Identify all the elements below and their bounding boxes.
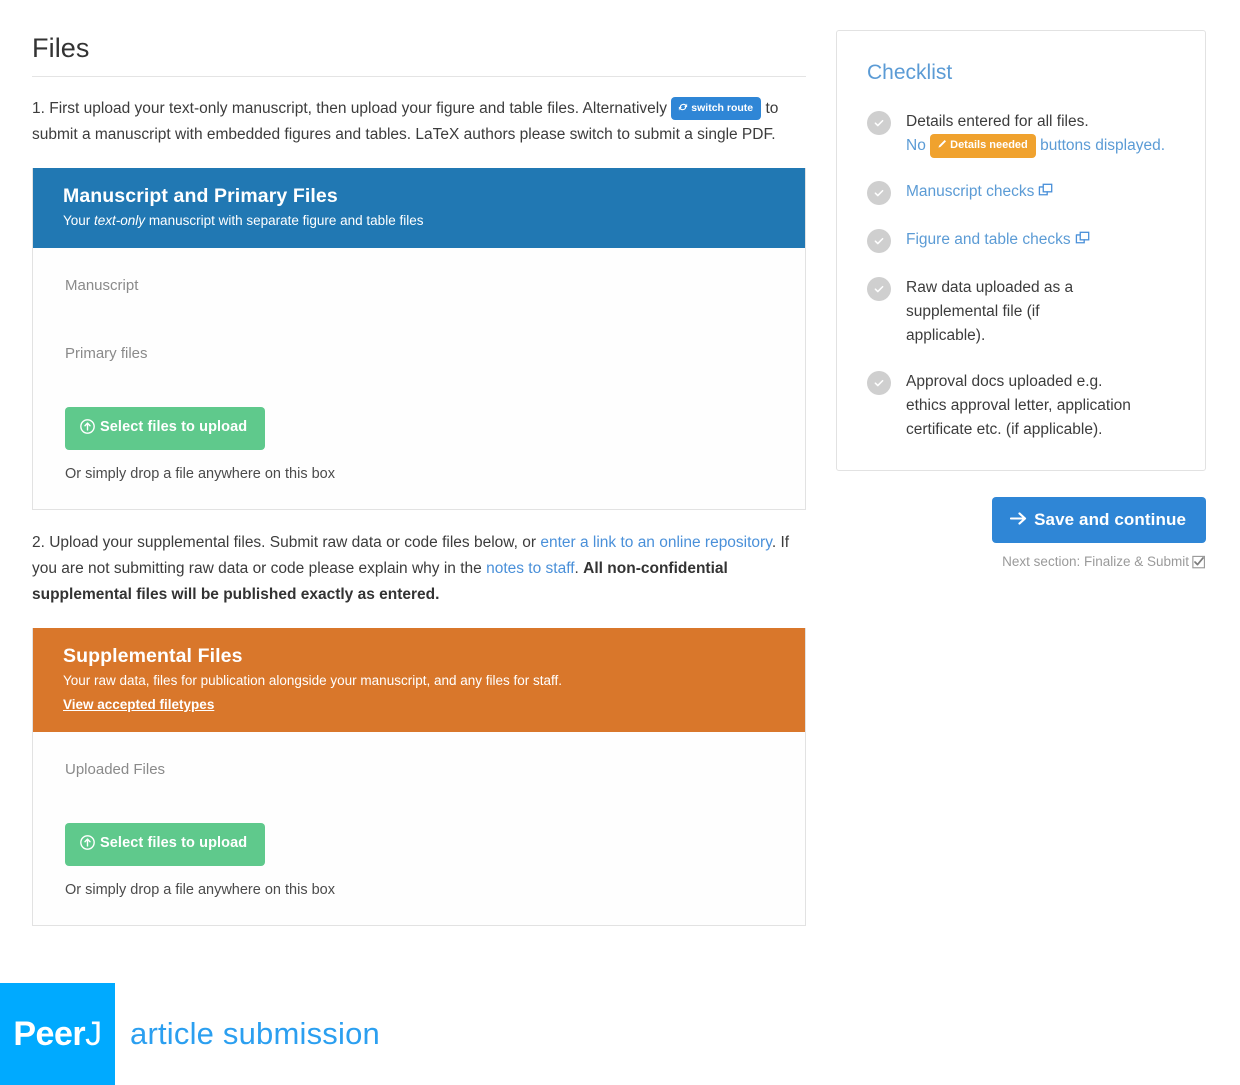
checklist-item-details-entered: Details entered for all files. No Details… [867, 110, 1177, 159]
checklist-item-1-text: Details entered for all files. No Details… [906, 110, 1166, 159]
checklist-card: Checklist Details entered for all files.… [836, 30, 1206, 472]
peerj-logo[interactable]: PeerJ [0, 983, 115, 1085]
details-entered-line1: Details entered for all files. [906, 113, 1089, 131]
supplemental-panel-subtitle: Your raw data, files for publication alo… [63, 673, 563, 689]
details-entered-line2-pre: No [906, 137, 931, 155]
view-accepted-filetypes-link[interactable]: View accepted filetypes [63, 697, 214, 712]
save-action-area: Save and continue Next section: Finalize… [836, 497, 1206, 574]
external-window-icon[interactable] [1075, 230, 1090, 254]
step2-instructions: 2. Upload your supplemental files. Submi… [32, 530, 806, 608]
next-section-label: Next section: Finalize & Submit [1002, 554, 1189, 570]
page-root: Files 1. First upload your text-only man… [0, 0, 1240, 1085]
online-repository-link[interactable]: enter a link to an online repository [540, 534, 772, 551]
manuscript-panel-body[interactable]: Manuscript Primary files Select files to… [33, 248, 805, 509]
checklist-item-4-text: Raw data uploaded as a supplemental file… [906, 279, 1074, 345]
sidebar-column: Checklist Details entered for all files.… [836, 30, 1206, 574]
next-section-hint: Next section: Finalize & Submit [836, 553, 1206, 574]
switch-route-label: switch route [691, 101, 754, 114]
step1-text-part1: 1. First upload your text-only manuscrip… [32, 99, 672, 117]
manuscript-upload-label: Select files to upload [100, 419, 248, 436]
manuscript-drop-hint: Or simply drop a file anywhere on this b… [65, 465, 335, 482]
save-and-continue-label: Save and continue [1034, 510, 1186, 530]
checklist-item-3-text: Figure and table checks [906, 228, 1090, 254]
manuscript-subtitle-post: manuscript with separate figure and tabl… [145, 213, 424, 229]
check-circle-icon [867, 111, 891, 136]
save-and-continue-button[interactable]: Save and continue [992, 497, 1206, 544]
checklist-item-2-text: Manuscript checks [906, 180, 1053, 206]
checklist-item-manuscript-checks[interactable]: Manuscript checks [867, 180, 1177, 206]
upload-circle-icon [80, 419, 95, 438]
manuscript-panel-header: Manuscript and Primary Files Your text-o… [33, 167, 805, 249]
step2-text-part1: 2. Upload your supplemental files. Submi… [32, 533, 541, 551]
manuscript-subtitle-pre: Your [63, 213, 95, 229]
checklist-title: Checklist [867, 61, 953, 84]
step2-text-part3: . [574, 559, 584, 577]
switch-route-badge[interactable]: switch route [671, 96, 762, 121]
manuscript-panel-subtitle: Your text-only manuscript with separate … [63, 211, 777, 230]
supplemental-panel-header: Supplemental Files Your raw data, files … [33, 627, 805, 733]
step1-instructions: 1. First upload your text-only manuscrip… [32, 96, 806, 148]
details-needed-badge[interactable]: Details needed [930, 134, 1036, 159]
footer: PeerJ article submission [0, 983, 1240, 1085]
external-window-icon[interactable] [1038, 182, 1053, 206]
check-circle-icon [867, 229, 891, 254]
supplemental-upload-label: Select files to upload [100, 835, 248, 852]
manuscript-primary-files-panel: Manuscript and Primary Files Your text-o… [32, 167, 806, 510]
footer-tagline: article submission [130, 1016, 380, 1051]
supplemental-panel-body[interactable]: Uploaded Files Select files to upload Or… [33, 732, 805, 925]
check-circle-icon [867, 277, 891, 302]
pencil-icon [937, 139, 947, 152]
manuscript-slot-label: Manuscript [65, 277, 139, 295]
checklist-item-5-text: Approval docs uploaded e.g. ethics appro… [906, 373, 1131, 439]
supplemental-drop-hint: Or simply drop a file anywhere on this b… [65, 881, 335, 898]
main-column: Files 1. First upload your text-only man… [32, 33, 806, 934]
upload-circle-icon [80, 835, 95, 854]
logo-j: J [85, 1015, 102, 1053]
supplemental-select-files-button[interactable]: Select files to upload [65, 823, 266, 866]
check-circle-icon [867, 371, 891, 396]
peerj-logo-text: PeerJ [13, 1015, 102, 1053]
notes-to-staff-link[interactable]: notes to staff [486, 560, 574, 577]
details-needed-badge-label: Details needed [950, 139, 1028, 152]
manuscript-panel-title: Manuscript and Primary Files [63, 184, 338, 207]
title-divider [32, 75, 806, 77]
check-circle-icon [867, 181, 891, 206]
manuscript-checks-link[interactable]: Manuscript checks [906, 183, 1034, 200]
page-title: Files [32, 33, 90, 63]
checkbox-checked-icon [1192, 555, 1206, 574]
primary-files-slot-label: Primary files [65, 345, 148, 363]
supplemental-files-panel: Supplemental Files Your raw data, files … [32, 627, 806, 926]
uploaded-files-slot-label: Uploaded Files [65, 761, 166, 779]
figure-table-checks-link[interactable]: Figure and table checks [906, 231, 1071, 248]
checklist-item-approval-docs: Approval docs uploaded e.g. ethics appro… [867, 370, 1177, 442]
arrow-right-icon [1010, 511, 1027, 529]
manuscript-subtitle-emphasis: text-only [94, 213, 146, 229]
supplemental-panel-title: Supplemental Files [63, 644, 243, 667]
logo-peer: Peer [13, 1015, 86, 1053]
checklist-item-figure-table-checks[interactable]: Figure and table checks [867, 228, 1177, 254]
refresh-icon [678, 102, 688, 115]
manuscript-select-files-button[interactable]: Select files to upload [65, 407, 266, 450]
details-entered-line2-post: buttons displayed. [1035, 137, 1166, 155]
checklist-item-raw-data: Raw data uploaded as a supplemental file… [867, 276, 1177, 348]
